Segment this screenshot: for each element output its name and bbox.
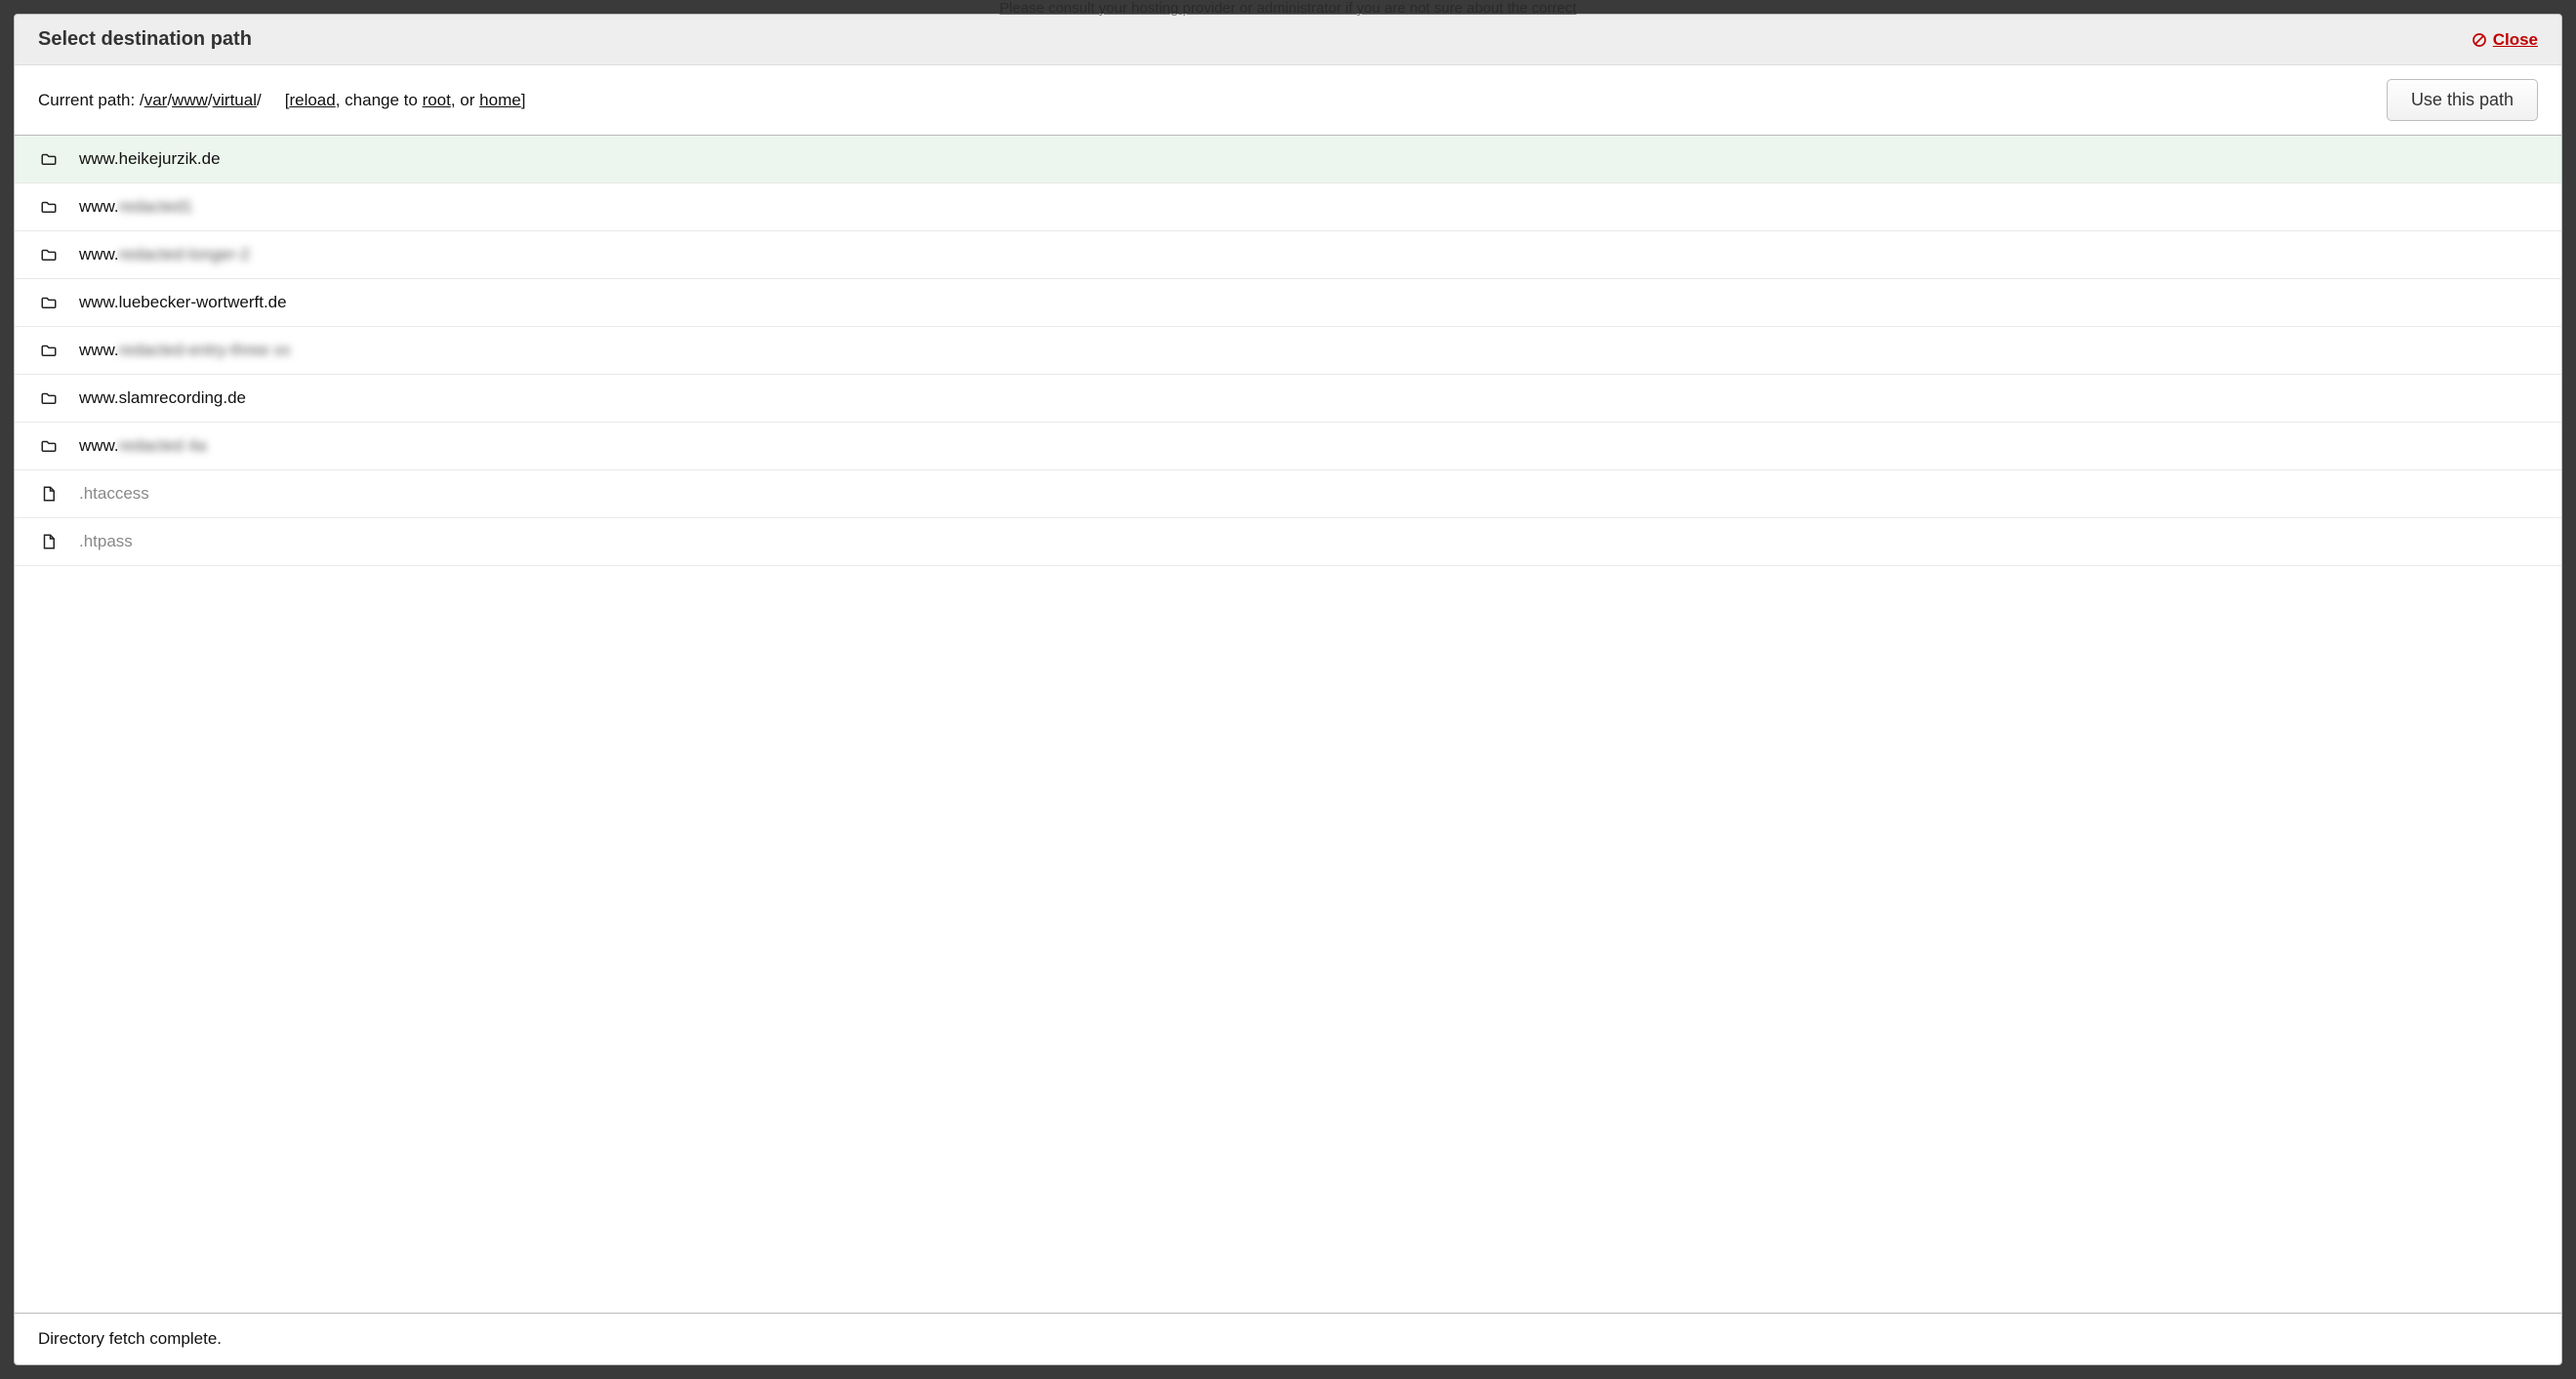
folder-icon [40,437,58,455]
folder-icon [40,246,58,264]
list-item[interactable]: .htaccess [15,470,2561,518]
path-segment[interactable]: www [172,91,208,109]
folder-icon [40,342,58,359]
close-label: Close [2493,30,2538,50]
current-path: Current path: /var/www/virtual/ [38,91,262,110]
close-button[interactable]: Close [2472,30,2538,50]
list-item-label: .htpass [79,532,133,551]
list-item[interactable]: www.luebecker-wortwerft.de [15,279,2561,327]
use-this-path-button[interactable]: Use this path [2387,79,2538,121]
modal-header: Select destination path Close [15,15,2561,65]
toolbar: Current path: /var/www/virtual/ [reload,… [15,65,2561,136]
path-segment[interactable]: virtual [213,91,257,109]
status-bar: Directory fetch complete. [15,1313,2561,1364]
nav-actions: [reload, change to root, or home] [285,91,526,110]
redacted-text: redacted 4a [119,436,207,456]
folder-icon [40,198,58,216]
folder-icon [40,389,58,407]
list-item-label: www. [79,436,119,456]
path-segment[interactable]: var [144,91,168,109]
nav-sep2: , or [451,91,479,109]
reload-link[interactable]: reload [289,91,335,109]
list-item-label: www.heikejurzik.de [79,149,221,169]
current-path-label: Current path: [38,91,140,109]
list-item[interactable]: www.redacted-longer-2 [15,231,2561,279]
file-icon [40,485,58,503]
forbidden-icon [2472,32,2487,48]
list-item[interactable]: www.redacted-entry-three xx [15,327,2561,375]
nav-sep1: , change to [336,91,423,109]
list-item[interactable]: www.heikejurzik.de [15,136,2561,183]
home-link[interactable]: home [479,91,521,109]
list-item-label: www. [79,245,119,264]
list-item-label: www. [79,197,119,217]
toolbar-left: Current path: /var/www/virtual/ [reload,… [38,91,525,110]
file-icon [40,533,58,550]
redacted-text: redacted-entry-three xx [119,341,291,360]
modal-title: Select destination path [38,28,252,51]
file-list[interactable]: www.heikejurzik.dewww.redacted1www.redac… [15,136,2561,1313]
list-item[interactable]: www.redacted1 [15,183,2561,231]
path-slash: / [257,91,262,109]
folder-icon [40,294,58,311]
redacted-text: redacted-longer-2 [119,245,250,264]
redacted-text: redacted1 [119,197,193,217]
bracket-close: ] [521,91,526,109]
list-item-label: www.luebecker-wortwerft.de [79,293,287,312]
root-link[interactable]: root [423,91,451,109]
list-item-label: www. [79,341,119,360]
folder-icon [40,150,58,168]
list-item-label: .htaccess [79,484,149,504]
list-item[interactable]: www.redacted 4a [15,423,2561,470]
destination-path-modal: Select destination path Close Current pa… [14,14,2562,1365]
list-item-label: www.slamrecording.de [79,388,246,408]
list-item[interactable]: .htpass [15,518,2561,566]
list-item[interactable]: www.slamrecording.de [15,375,2561,423]
